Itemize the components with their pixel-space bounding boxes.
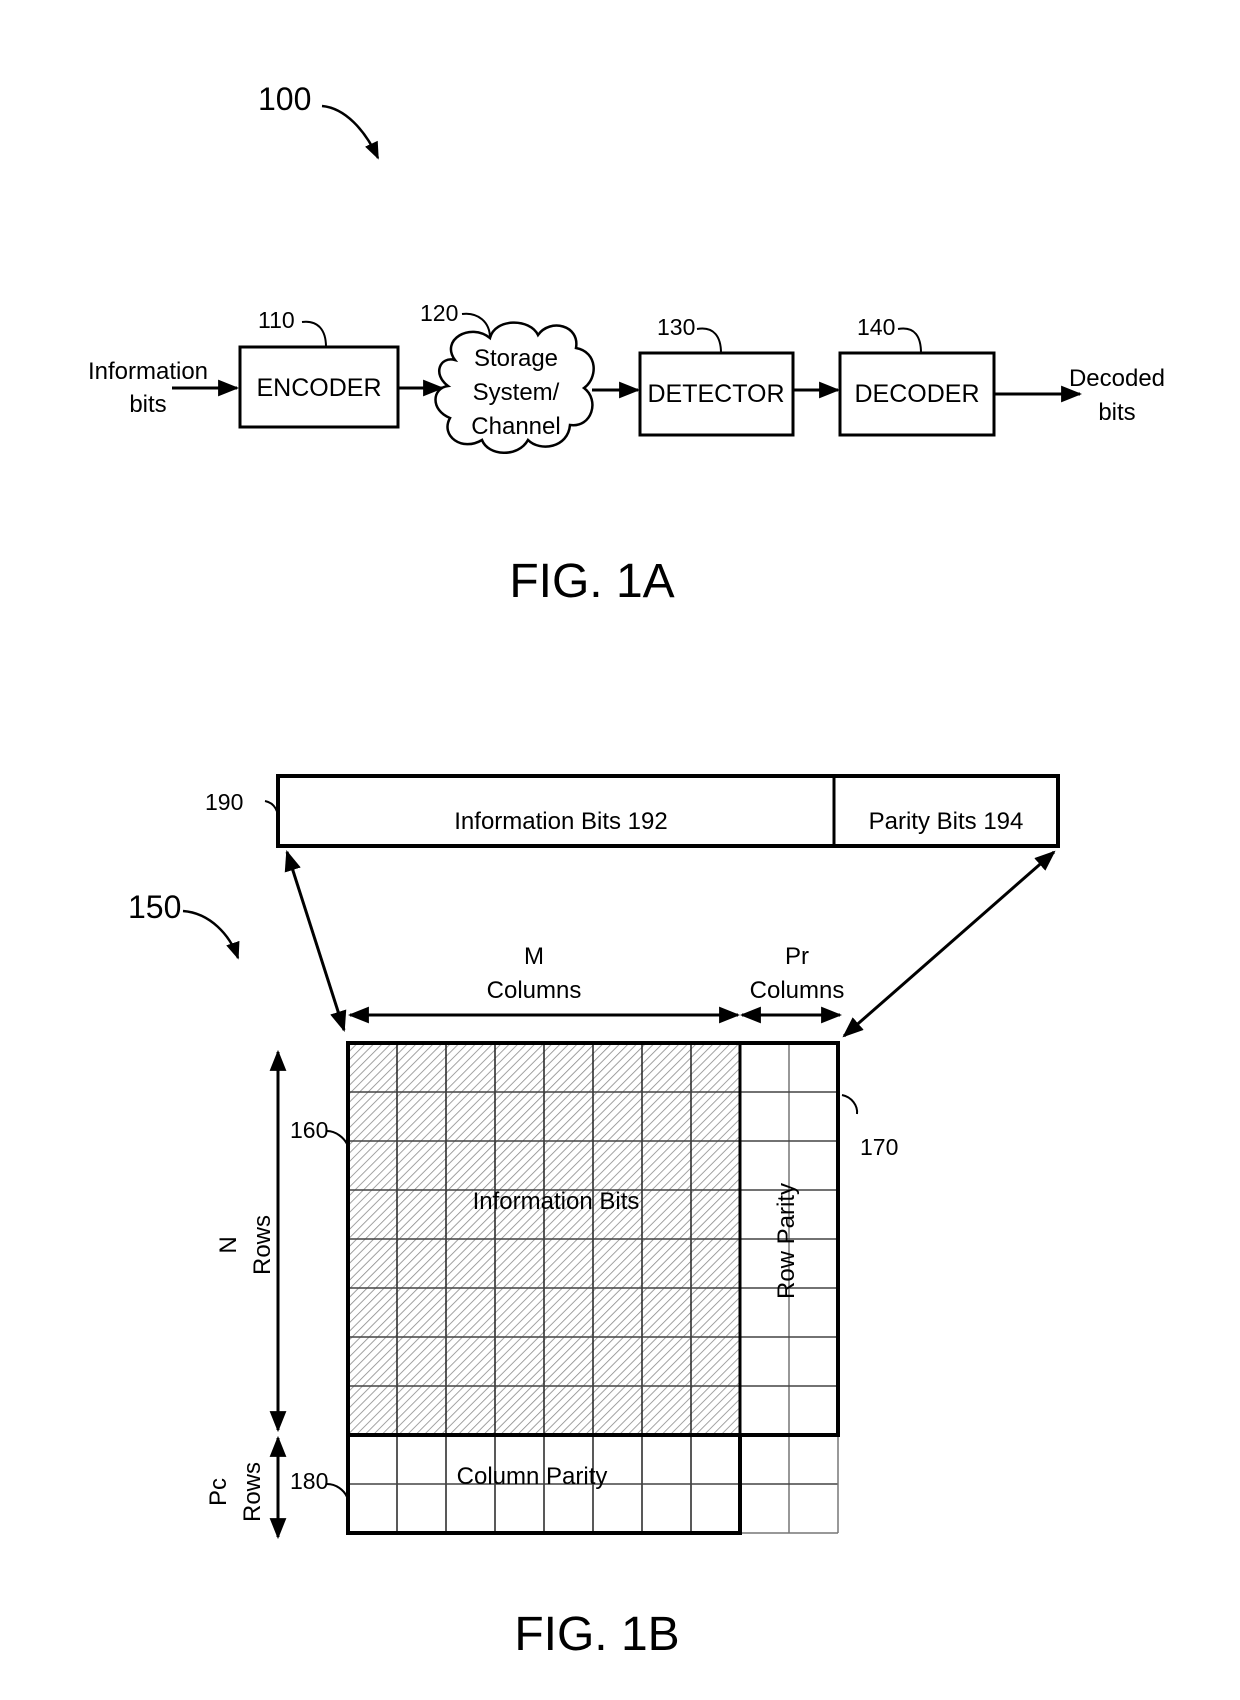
pc-rows-line1: Pc: [205, 1478, 232, 1506]
m-columns-line2: Columns: [487, 977, 582, 1004]
decoder-block: DECODER 140: [838, 314, 996, 437]
fig-1a: 100 Information bits ENCODER 110 Storage…: [88, 81, 1165, 608]
matrix-grid: [346, 1041, 840, 1535]
encoder-ref: 110: [258, 307, 295, 333]
fig-1b: Information Bits 192 Parity Bits 194 190…: [128, 774, 1060, 1661]
codeword-info-label: Information Bits 192: [454, 808, 667, 835]
decoder-ref: 140: [857, 314, 895, 340]
figure-ref-100: 100: [258, 81, 311, 117]
detector-label: DETECTOR: [647, 380, 784, 408]
codeword-190: Information Bits 192 Parity Bits 194 190: [205, 774, 1060, 848]
storage-channel-cloud: Storage System/ Channel 120: [420, 300, 595, 454]
pr-columns-line2: Columns: [750, 977, 845, 1004]
encoder-block: ENCODER 110: [238, 307, 400, 429]
mapping-arrow-right-icon: [842, 850, 1056, 1038]
row-parity-label: Row Parity: [773, 1183, 800, 1299]
row-parity-ref: 170: [860, 1134, 898, 1160]
pr-columns-line1: Pr: [785, 943, 809, 970]
col-parity-ref: 180: [290, 1468, 328, 1494]
output-label-line1: Decoded: [1069, 365, 1165, 392]
col-parity-label: Column Parity: [457, 1463, 608, 1490]
input-label-line1: Information: [88, 358, 208, 385]
figure-caption-1a: FIG. 1A: [509, 555, 674, 608]
encoder-label: ENCODER: [256, 374, 381, 402]
m-columns-line1: M: [524, 943, 544, 970]
info-block-label: Information Bits: [473, 1188, 640, 1215]
figure-ref-150: 150: [128, 889, 181, 925]
codeword-ref: 190: [205, 789, 243, 815]
n-rows-line1: N: [215, 1236, 242, 1253]
ref-arrow-icon: [321, 104, 380, 160]
n-rows-line2: Rows: [249, 1215, 276, 1275]
codeword-parity-label: Parity Bits 194: [869, 808, 1024, 835]
patent-figure-sheet: 100 Information bits ENCODER 110 Storage…: [88, 81, 1165, 1661]
detector-ref: 130: [657, 314, 695, 340]
cloud-ref: 120: [420, 300, 458, 326]
input-label-line2: bits: [129, 391, 166, 418]
mapping-arrow-left-icon: [284, 850, 347, 1032]
ref-arrow-icon: [182, 909, 240, 960]
detector-block: DETECTOR 130: [638, 314, 795, 437]
output-label-line2: bits: [1098, 399, 1135, 426]
info-block-ref: 160: [290, 1117, 328, 1143]
decoder-label: DECODER: [854, 380, 979, 408]
cloud-label-line2: System/: [473, 379, 560, 406]
cloud-label-line3: Channel: [471, 413, 560, 440]
pc-rows-line2: Rows: [239, 1462, 266, 1522]
cloud-label-line1: Storage: [474, 345, 558, 372]
figure-caption-1b: FIG. 1B: [514, 1608, 679, 1661]
